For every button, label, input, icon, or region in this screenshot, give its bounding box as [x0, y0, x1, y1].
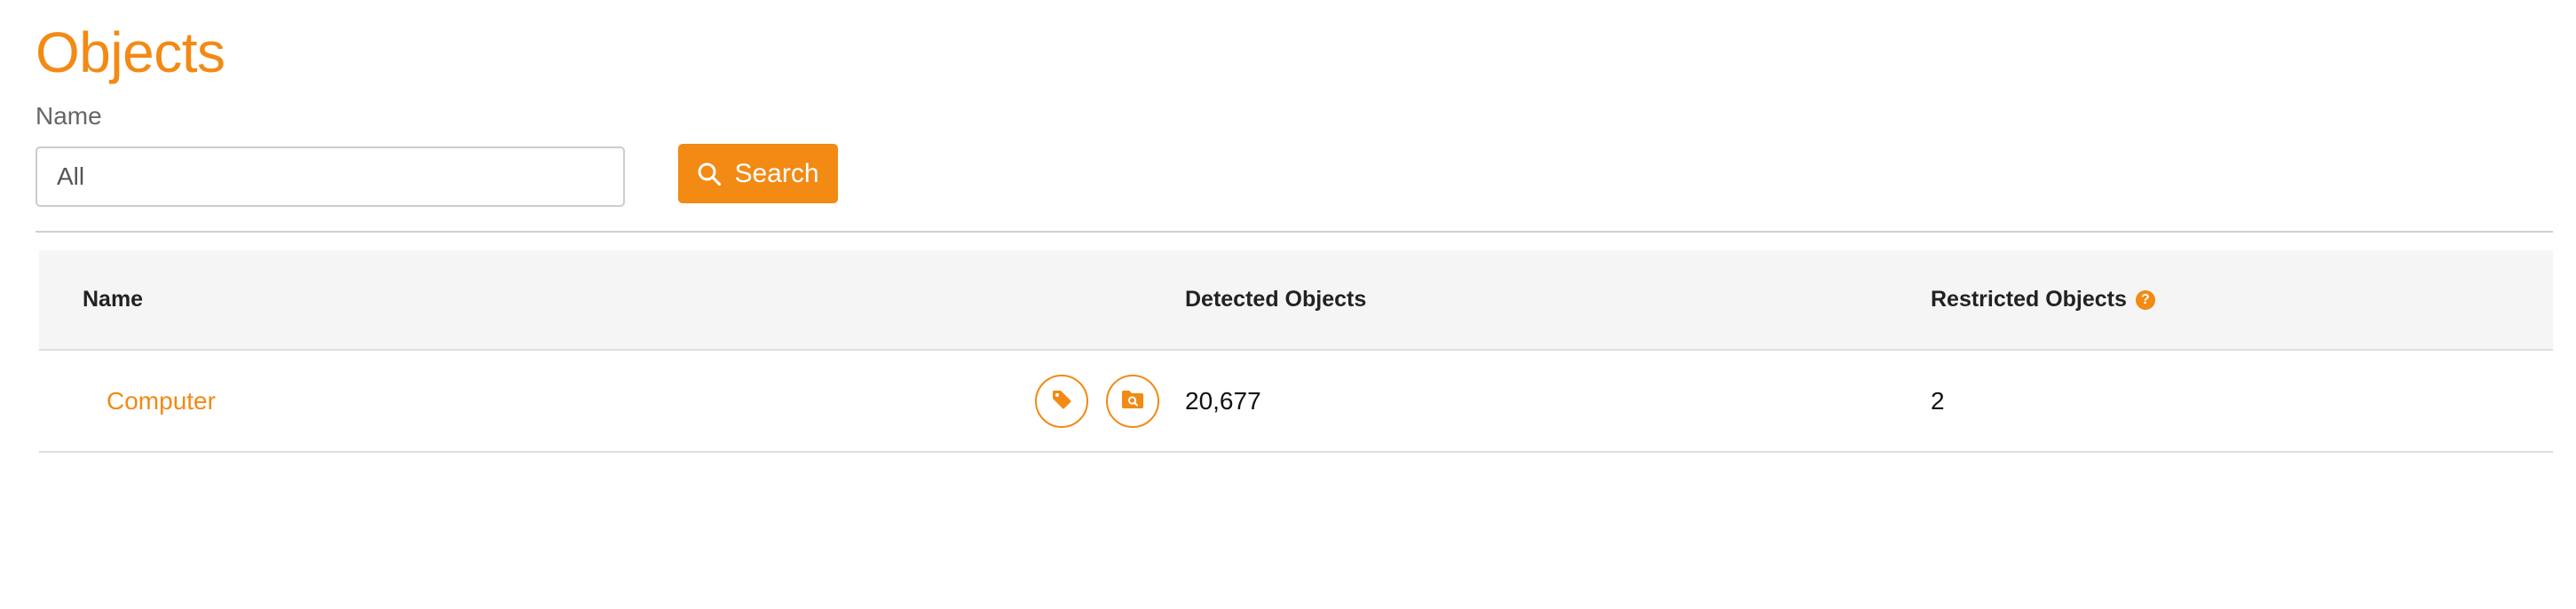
column-header-name[interactable]: Name [83, 250, 143, 349]
object-name-link[interactable]: Computer [107, 387, 216, 415]
table-header: Name Detected Objects Restricted Objects… [39, 250, 2553, 351]
folder-search-button[interactable] [1106, 374, 1159, 428]
name-filter-label: Name [36, 102, 102, 130]
restricted-objects-cell: 2 [1931, 386, 1945, 415]
column-header-detected-objects[interactable]: Detected Objects [1185, 250, 1366, 349]
filter-divider [36, 231, 2553, 233]
search-button-label: Search [734, 158, 819, 188]
search-button[interactable]: Search [678, 144, 838, 203]
help-icon[interactable]: ? [2135, 289, 2155, 310]
name-cell: Computer [107, 351, 216, 451]
tag-button[interactable] [1035, 374, 1088, 428]
detected-objects-cell: 20,677 [1185, 386, 1261, 415]
search-icon [697, 162, 722, 186]
objects-table: Name Detected Objects Restricted Objects… [39, 250, 2553, 453]
tag-icon [1050, 388, 1073, 414]
table-row: Computer 20,677 2 [39, 351, 2553, 453]
row-actions [1035, 351, 1159, 451]
folder-search-icon [1120, 389, 1145, 413]
page-title: Objects [36, 20, 225, 84]
column-header-restricted-label: Restricted Objects [1931, 287, 2127, 312]
name-filter-input[interactable] [36, 146, 625, 207]
column-header-restricted-objects[interactable]: Restricted Objects ? [1931, 250, 2155, 349]
